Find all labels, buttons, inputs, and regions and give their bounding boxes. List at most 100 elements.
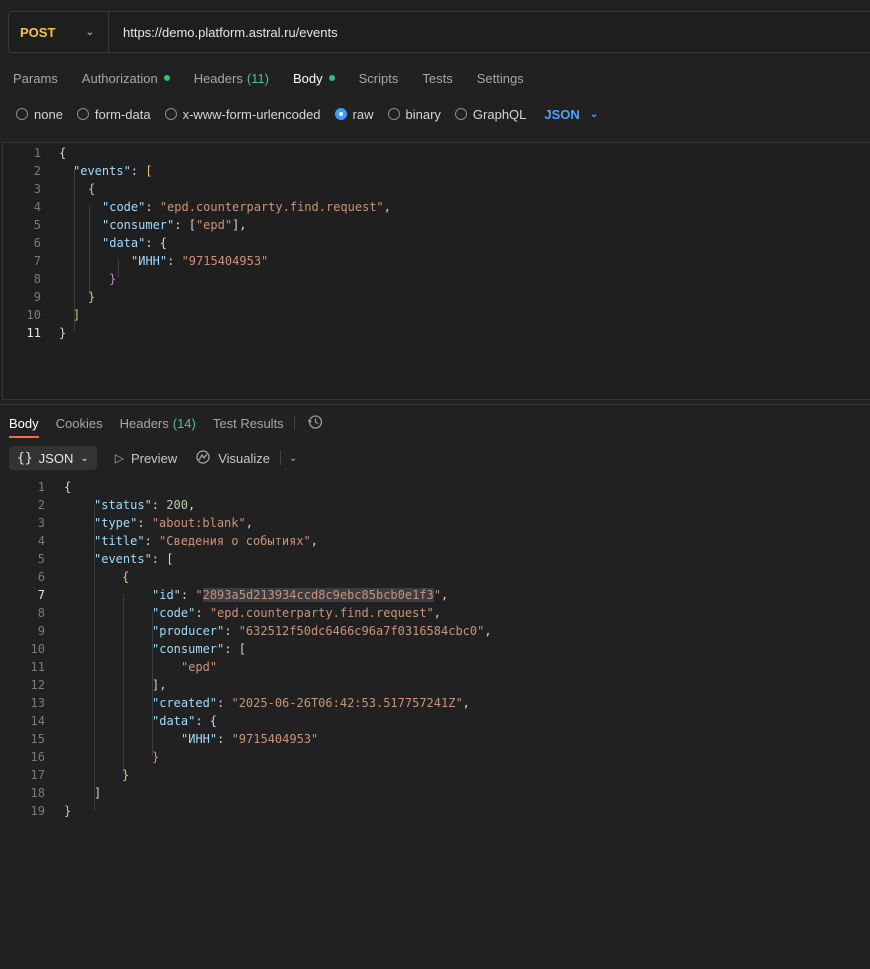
request-tabs: Params Authorization Headers (11) Body Sc… xyxy=(0,66,535,90)
code-text: "epd" xyxy=(181,658,217,676)
json-key: "events" xyxy=(73,164,131,178)
tab-cookies[interactable]: Cookies xyxy=(47,410,111,436)
code-text: "created": "2025-06-26T06:42:53.51775724… xyxy=(152,696,470,710)
radio-form-data[interactable]: form-data xyxy=(76,107,151,122)
line-number: 7 xyxy=(33,254,41,268)
line-number: 15 xyxy=(30,732,45,746)
radio-raw[interactable]: raw xyxy=(334,107,374,122)
code-text: "events": [ xyxy=(94,552,174,566)
line-number: 19 xyxy=(30,804,45,818)
history-icon[interactable] xyxy=(303,414,323,433)
code-text: "data": { xyxy=(102,236,168,250)
radio-urlencoded[interactable]: x-www-form-urlencoded xyxy=(164,107,321,122)
json-string: "9715404953" xyxy=(231,732,319,746)
json-key: "title" xyxy=(94,534,145,548)
tab-scripts[interactable]: Scripts xyxy=(346,66,411,90)
line-number: 4 xyxy=(33,200,41,214)
play-icon: ▷ xyxy=(114,451,124,465)
code-text: "code": "epd.counterparty.find.request", xyxy=(152,606,442,620)
json-key: "ИНН" xyxy=(131,254,168,268)
status-dot-icon xyxy=(163,75,170,81)
code-text: } xyxy=(64,804,72,818)
radio-circle xyxy=(454,108,467,120)
preview-label: Preview xyxy=(130,450,178,466)
tab-response-headers[interactable]: Headers (14) xyxy=(111,410,204,436)
code-text: { xyxy=(64,480,72,494)
response-body-viewer[interactable]: 1{ 2 "status": 200, 3 "type": "about:blank… xyxy=(0,478,870,838)
radio-label: GraphQL xyxy=(472,106,527,122)
radio-graphql[interactable]: GraphQL xyxy=(454,106,527,122)
code-line: 5 "consumer": ["epd"], xyxy=(3,216,870,234)
selected-text: 2893a5d213934ccd8c9ebc85bcb0e1f3 xyxy=(202,588,434,602)
headers-count: (11) xyxy=(246,70,269,86)
json-number: 200 xyxy=(166,498,188,512)
code-line: 5 "events": [ xyxy=(0,550,870,568)
code-text: "data": { xyxy=(152,714,218,728)
visualize-icon xyxy=(195,449,211,468)
tab-authorization[interactable]: Authorization xyxy=(69,66,182,90)
url-bar: POST ⌄ https://demo.platform.astral.ru/e… xyxy=(8,11,870,53)
radio-binary[interactable]: binary xyxy=(387,107,441,122)
format-select[interactable]: {} JSON ⌄ xyxy=(9,446,97,470)
json-string: "2025-06-26T06:42:53.517757241Z" xyxy=(231,696,463,710)
tab-body[interactable]: Body xyxy=(280,66,347,90)
code-line: 3{ xyxy=(3,180,870,198)
toolbar-separator xyxy=(280,451,281,465)
tab-settings[interactable]: Settings xyxy=(464,66,536,90)
code-line: 2 "events": [ xyxy=(3,162,870,180)
language-select[interactable]: JSON ⌄ xyxy=(544,107,598,122)
response-toolbar: {} JSON ⌄ ▷ Preview Visualize ⌄ xyxy=(9,446,297,470)
line-number: 4 xyxy=(37,534,45,548)
json-key: "created" xyxy=(152,696,218,710)
code-line: 10 "consumer": [ xyxy=(0,640,870,658)
chevron-down-icon: ⌄ xyxy=(80,452,89,464)
pane-divider[interactable] xyxy=(0,404,870,405)
preview-button[interactable]: ▷ Preview xyxy=(115,451,177,466)
line-number: 18 xyxy=(30,786,45,800)
method-label: POST xyxy=(20,24,56,40)
tab-label: Body xyxy=(9,415,39,431)
response-tabs: Body Cookies Headers (14) Test Results xyxy=(0,410,323,438)
json-key: "data" xyxy=(102,236,146,250)
code-text: ], xyxy=(152,678,167,692)
tab-label: Headers xyxy=(119,415,169,431)
tab-tests[interactable]: Tests xyxy=(409,66,464,90)
radio-none[interactable]: none xyxy=(16,107,63,122)
code-line: 6 "data": { xyxy=(3,234,870,252)
code-line: 11} xyxy=(3,324,870,342)
code-text: { xyxy=(59,146,67,160)
json-string: "Сведения о событиях" xyxy=(159,534,311,548)
tab-label: Tests xyxy=(422,70,453,86)
line-number: 1 xyxy=(37,480,45,494)
json-key: "events" xyxy=(94,552,152,566)
code-text: "consumer": [ xyxy=(152,642,246,656)
code-text: ] xyxy=(73,308,81,322)
tab-params[interactable]: Params xyxy=(0,66,70,90)
tab-headers[interactable]: Headers (11) xyxy=(181,66,281,90)
chevron-down-icon[interactable]: ⌄ xyxy=(289,453,297,464)
tab-response-body[interactable]: Body xyxy=(0,410,47,438)
json-key: "type" xyxy=(94,516,138,530)
visualize-button[interactable]: Visualize xyxy=(195,449,270,468)
code-text: "ИНН": "9715404953" xyxy=(131,254,269,268)
radio-circle xyxy=(164,108,177,120)
url-input[interactable]: https://demo.platform.astral.ru/events xyxy=(109,25,338,40)
radio-circle xyxy=(387,108,400,120)
json-key: "status" xyxy=(94,498,152,512)
tab-label: Scripts xyxy=(358,70,399,86)
chevron-down-icon: ⌄ xyxy=(589,108,599,120)
json-key: "code" xyxy=(102,200,146,214)
code-line: 14 "data": { xyxy=(0,712,870,730)
code-line: 4 "code": "epd.counterparty.find.request"… xyxy=(3,198,870,216)
method-select[interactable]: POST ⌄ xyxy=(9,12,109,52)
request-body-editor[interactable]: 1{ 2 "events": [ 3{ 4 "code": "epd.counter… xyxy=(2,142,870,400)
code-line: 17} xyxy=(0,766,870,784)
tab-test-results[interactable]: Test Results xyxy=(204,410,292,436)
line-number: 16 xyxy=(30,750,45,764)
json-key: "ИНН" xyxy=(181,732,218,746)
json-string: "epd" xyxy=(195,218,233,232)
code-line: 3 "type": "about:blank", xyxy=(0,514,870,532)
braces-icon: {} xyxy=(17,450,33,466)
line-number: 2 xyxy=(33,164,41,178)
code-text: } xyxy=(109,272,117,286)
